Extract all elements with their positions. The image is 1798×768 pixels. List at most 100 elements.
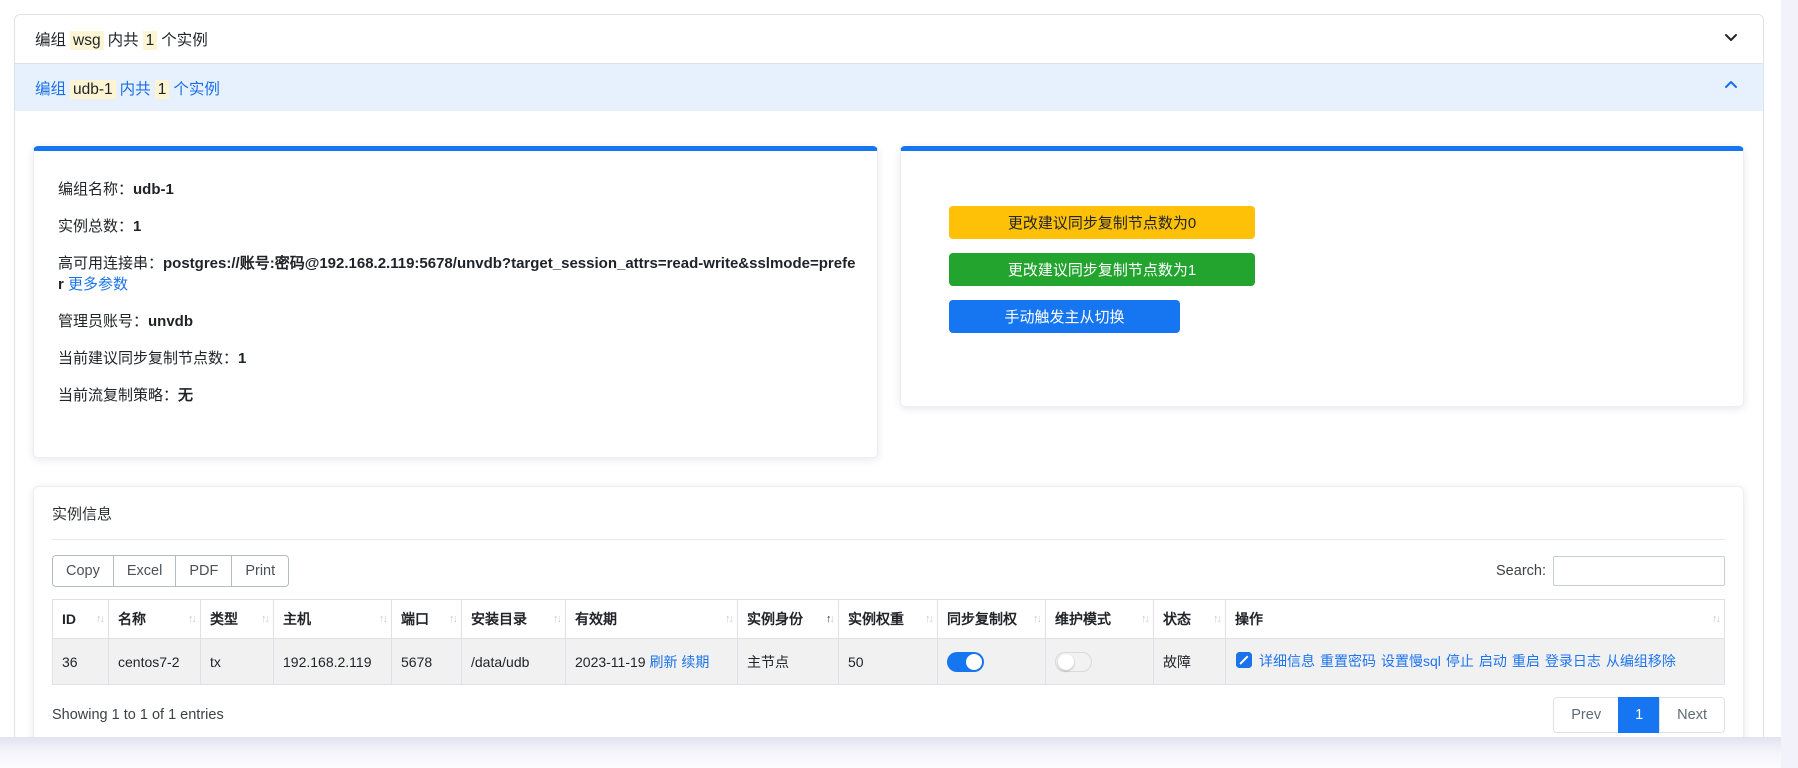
export-button-group: Copy Excel PDF Print: [52, 555, 290, 587]
chevron-up-icon[interactable]: [1721, 75, 1741, 100]
bottom-fade-band: [0, 737, 1798, 768]
cell-port: 5678: [391, 638, 462, 685]
field-value: postgres://账号:密码@192.168.2.119:5678/unvd…: [58, 255, 856, 293]
refresh-link[interactable]: 刷新: [649, 654, 677, 670]
column-header-install-dir[interactable]: 安装目录 ↑↓: [461, 599, 566, 639]
column-header-role[interactable]: 实例身份 ↑↓: [737, 599, 839, 639]
edit-icon[interactable]: [1235, 652, 1253, 672]
table-title: 实例信息: [52, 506, 113, 523]
field-label: 当前建议同步复制节点数：: [58, 350, 239, 367]
column-header-status[interactable]: 状态 ↑↓: [1153, 599, 1226, 639]
prev-page-button[interactable]: Prev: [1553, 697, 1620, 733]
sort-icon[interactable]: ↑↓: [379, 613, 388, 625]
sort-icon[interactable]: ↑↓: [1141, 613, 1150, 625]
showing-entries-text: Showing 1 to 1 of 1 entries: [52, 707, 224, 723]
column-header-name[interactable]: 名称 ↑↓: [108, 599, 201, 639]
cell-role: 主节点: [737, 638, 839, 685]
cell-maintenance-mode: [1045, 638, 1154, 685]
column-header-port[interactable]: 端口 ↑↓: [391, 599, 462, 639]
column-header-host[interactable]: 主机 ↑↓: [273, 599, 392, 639]
field-sync-replica-count: 当前建议同步复制节点数：1: [58, 348, 857, 369]
field-value: unvdb: [148, 313, 194, 330]
sort-icon[interactable]: ↑↓: [553, 613, 562, 625]
detail-info-link[interactable]: 详细信息: [1259, 653, 1315, 669]
sort-icon[interactable]: ↑↓: [1213, 613, 1222, 625]
manual-failover-button[interactable]: 手动触发主从切换: [949, 300, 1180, 333]
field-value: 1: [133, 218, 142, 235]
expiry-date: 2023-11-19: [575, 653, 646, 670]
cell-sync-replication: [937, 638, 1046, 685]
field-label: 高可用连接串：: [58, 255, 164, 272]
sort-icon[interactable]: ↑↓: [188, 613, 197, 625]
column-header-sync-replication[interactable]: 同步复制权 ↑↓: [937, 599, 1046, 639]
search-label: Search:: [1496, 563, 1546, 579]
cell-type: tx: [200, 638, 274, 685]
print-button[interactable]: Print: [231, 555, 290, 587]
cell-weight: 50: [838, 638, 938, 685]
set-sync-replicas-1-button[interactable]: 更改建议同步复制节点数为1: [949, 253, 1255, 286]
column-header-type[interactable]: 类型 ↑↓: [200, 599, 274, 639]
field-group-name: 编组名称：udb-1: [58, 179, 857, 200]
maintenance-mode-toggle[interactable]: [1055, 651, 1092, 672]
table-footer: Showing 1 to 1 of 1 entries Prev 1 Next: [52, 697, 1725, 733]
sort-icon[interactable]: ↑↓: [925, 613, 934, 625]
cell-id: 36: [52, 638, 109, 685]
slow-sql-link[interactable]: 设置慢sql: [1381, 653, 1441, 669]
group-name-highlight: udb-1: [70, 79, 116, 99]
reset-password-link[interactable]: 重置密码: [1320, 653, 1376, 669]
field-value: 无: [178, 387, 194, 404]
scrollbar-track[interactable]: [1781, 0, 1798, 768]
cell-install-dir: /data/udb: [461, 638, 566, 685]
field-ha-connection-string: 高可用连接串：postgres://账号:密码@192.168.2.119:56…: [58, 253, 857, 295]
title-prefix: 编组: [35, 32, 67, 49]
field-label: 编组名称：: [58, 181, 134, 198]
table-header-row: ID ↑↓ 名称 ↑↓ 类型 ↑↓ 主机 ↑↓ 端口 ↑↓ 安装目录 ↑↓ 有效期 ↑↓ 实例…: [52, 599, 1725, 639]
accordion-header-wsg[interactable]: 编组 wsg 内共 1 个实例: [15, 15, 1763, 63]
title-middle: 内共: [119, 80, 151, 98]
pdf-button[interactable]: PDF: [175, 555, 233, 587]
stop-link[interactable]: 停止: [1446, 653, 1474, 669]
login-log-link[interactable]: 登录日志: [1545, 653, 1601, 669]
copy-button[interactable]: Copy: [52, 555, 114, 587]
table-toolbar: Copy Excel PDF Print Search:: [52, 555, 1725, 587]
group-info-card: 编组名称：udb-1 实例总数：1 高可用连接串：postgres://账号:密…: [33, 146, 878, 458]
sort-icon-active[interactable]: ↑↓: [826, 613, 835, 625]
excel-button[interactable]: Excel: [112, 555, 177, 587]
sort-icon[interactable]: ↑↓: [1033, 613, 1042, 625]
chevron-down-icon[interactable]: [1721, 27, 1741, 52]
sort-icon[interactable]: ↑↓: [96, 613, 105, 625]
sort-icon[interactable]: ↑↓: [1712, 613, 1721, 625]
column-header-id[interactable]: ID ↑↓: [52, 599, 109, 639]
next-page-button[interactable]: Next: [1659, 697, 1725, 733]
field-label: 当前流复制策略：: [58, 387, 179, 404]
field-label: 管理员账号：: [58, 313, 149, 330]
renew-link[interactable]: 续期: [681, 654, 709, 670]
column-header-operations[interactable]: 操作 ↑↓: [1225, 599, 1725, 639]
group-actions-card: 更改建议同步复制节点数为0 更改建议同步复制节点数为1 手动触发主从切换: [900, 146, 1744, 407]
title-suffix: 个实例: [173, 80, 220, 98]
group-accordion: 编组 wsg 内共 1 个实例 编组 udb-1 内共 1 个实例 编组名称：udb-1: [14, 14, 1764, 768]
cell-expiry: 2023-11-19 刷新 续期: [565, 638, 738, 685]
remove-from-group-link[interactable]: 从编组移除: [1606, 653, 1676, 669]
sync-replication-toggle[interactable]: [947, 651, 984, 672]
cell-name: centos7-2: [108, 638, 201, 685]
page-1-button[interactable]: 1: [1618, 697, 1661, 733]
restart-link[interactable]: 重启: [1512, 653, 1540, 669]
accordion-header-udb-1[interactable]: 编组 udb-1 内共 1 个实例: [15, 63, 1763, 111]
column-header-expiry[interactable]: 有效期 ↑↓: [565, 599, 738, 639]
more-params-link[interactable]: 更多参数: [68, 276, 128, 293]
sort-icon[interactable]: ↑↓: [449, 613, 458, 625]
page: 编组 wsg 内共 1 个实例 编组 udb-1 内共 1 个实例 编组名称：udb-1: [0, 0, 1798, 768]
sort-icon[interactable]: ↑↓: [261, 613, 270, 625]
search-input[interactable]: [1553, 556, 1725, 586]
column-header-weight[interactable]: 实例权重 ↑↓: [838, 599, 938, 639]
set-sync-replicas-0-button[interactable]: 更改建议同步复制节点数为0: [949, 206, 1255, 239]
sort-icon[interactable]: ↑↓: [725, 613, 734, 625]
instance-count-highlight: 1: [142, 31, 158, 50]
title-middle: 内共: [107, 32, 139, 49]
start-link[interactable]: 启动: [1479, 653, 1507, 669]
search-box: Search:: [1496, 556, 1725, 586]
group-name-highlight: wsg: [70, 31, 104, 50]
column-header-maintenance-mode[interactable]: 维护模式 ↑↓: [1045, 599, 1154, 639]
summary-row: 编组名称：udb-1 实例总数：1 高可用连接串：postgres://账号:密…: [33, 146, 1744, 458]
